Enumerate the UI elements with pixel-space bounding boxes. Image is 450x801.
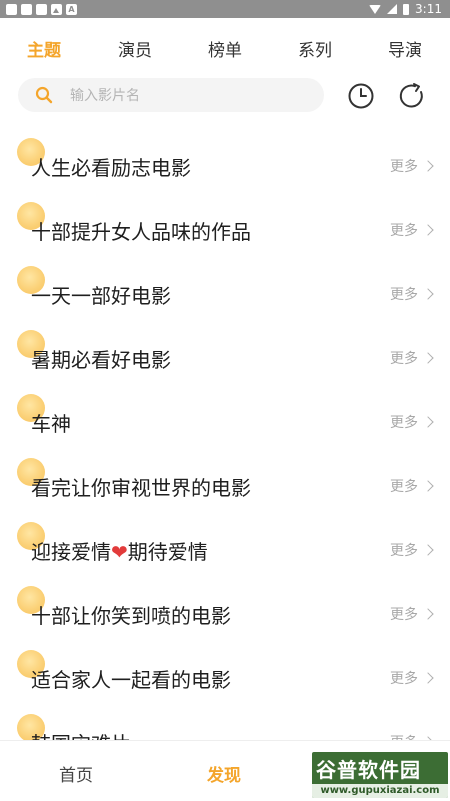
notification-icon — [36, 3, 47, 15]
more-label: 更多 — [390, 159, 418, 175]
notification-icons: A — [6, 3, 77, 15]
more-link[interactable]: 更多 — [390, 348, 434, 368]
more-link[interactable]: 更多 — [390, 156, 434, 176]
chevron-right-icon — [422, 288, 434, 300]
chevron-right-icon — [422, 416, 434, 428]
tab-directors[interactable]: 导演 — [388, 36, 422, 61]
more-label: 更多 — [390, 479, 418, 495]
watermark-logo: 谷普软件园 www.gupuxiazai.com — [312, 752, 448, 798]
tab-actors[interactable]: 演员 — [118, 36, 152, 61]
status-time: 3:11 — [415, 2, 442, 16]
list-item[interactable]: 人生必看励志电影 更多 — [0, 134, 450, 198]
title-part: 迎接爱情 — [31, 540, 111, 564]
topic-list: 人生必看励志电影 更多 十部提升女人品味的作品 更多 一天一部好电影 更多 暑期… — [0, 130, 450, 740]
wifi-icon — [369, 4, 382, 14]
more-link[interactable]: 更多 — [390, 540, 434, 560]
search-icon — [35, 86, 53, 104]
heart-icon: ❤ — [111, 540, 128, 564]
image-notification-icon — [51, 3, 62, 15]
chevron-right-icon — [422, 480, 434, 492]
category-tabs: 主题 演员 榜单 系列 导演 — [0, 30, 450, 66]
watermark-url: www.gupuxiazai.com — [312, 784, 448, 798]
list-item-title: 一天一部好电影 — [31, 284, 171, 308]
chevron-right-icon — [422, 160, 434, 172]
list-item[interactable]: 车神 更多 — [0, 390, 450, 454]
list-item[interactable]: 暑期必看好电影 更多 — [0, 326, 450, 390]
list-item[interactable]: 十部让你笑到喷的电影 更多 — [0, 582, 450, 646]
chevron-right-icon — [422, 672, 434, 684]
list-item-title: 暑期必看好电影 — [31, 348, 171, 372]
watermark-title: 谷普软件园 — [316, 758, 421, 782]
chevron-right-icon — [422, 224, 434, 236]
tab-theme[interactable]: 主题 — [27, 36, 61, 61]
signal-icon — [387, 4, 398, 14]
more-label: 更多 — [390, 287, 418, 303]
list-item-title: 人生必看励志电影 — [31, 156, 191, 180]
more-label: 更多 — [390, 223, 418, 239]
more-link[interactable]: 更多 — [390, 732, 434, 740]
battery-icon — [403, 3, 410, 15]
list-item[interactable]: 迎接爱情❤期待爱情 更多 — [0, 518, 450, 582]
nav-home[interactable]: 首页 — [59, 761, 93, 786]
list-item[interactable]: 韩国灾难片 更多 — [0, 710, 450, 740]
list-item-title: 十部让你笑到喷的电影 — [31, 604, 231, 628]
list-item[interactable]: 适合家人一起看的电影 更多 — [0, 646, 450, 710]
more-label: 更多 — [390, 351, 418, 367]
title-part: 期待爱情 — [127, 540, 208, 564]
list-item-title: 看完让你审视世界的电影 — [31, 476, 251, 500]
more-label: 更多 — [390, 415, 418, 431]
status-bar: A 3:11 — [0, 0, 450, 18]
list-item-title: 韩国灾难片 — [31, 728, 131, 740]
more-link[interactable]: 更多 — [390, 604, 434, 624]
more-link[interactable]: 更多 — [390, 284, 434, 304]
notification-icon — [21, 3, 32, 15]
history-icon[interactable] — [347, 82, 375, 110]
list-item-title: 迎接爱情❤期待爱情 — [31, 536, 208, 565]
more-link[interactable]: 更多 — [390, 220, 434, 240]
nav-discover[interactable]: 发现 — [207, 761, 241, 786]
list-item-title: 适合家人一起看的电影 — [31, 668, 231, 692]
more-label: 更多 — [390, 543, 418, 559]
chevron-right-icon — [422, 544, 434, 556]
more-link[interactable]: 更多 — [390, 476, 434, 496]
more-label: 更多 — [390, 732, 418, 740]
search-bar[interactable] — [18, 78, 324, 114]
app-notification-icon: A — [66, 3, 77, 15]
tab-series[interactable]: 系列 — [298, 36, 332, 61]
list-item[interactable]: 十部提升女人品味的作品 更多 — [0, 198, 450, 262]
list-item-title: 车神 — [31, 412, 71, 436]
more-link[interactable]: 更多 — [390, 412, 434, 432]
notification-icon — [6, 3, 17, 15]
tab-rankings[interactable]: 榜单 — [208, 36, 242, 61]
more-label: 更多 — [390, 671, 418, 687]
list-item[interactable]: 一天一部好电影 更多 — [0, 262, 450, 326]
refresh-icon[interactable] — [398, 82, 426, 110]
more-label: 更多 — [390, 607, 418, 623]
list-item[interactable]: 看完让你审视世界的电影 更多 — [0, 454, 450, 518]
chevron-right-icon — [422, 608, 434, 620]
more-link[interactable]: 更多 — [390, 668, 434, 688]
chevron-right-icon — [422, 352, 434, 364]
search-input[interactable] — [68, 78, 312, 114]
list-item-title: 十部提升女人品味的作品 — [31, 220, 251, 244]
